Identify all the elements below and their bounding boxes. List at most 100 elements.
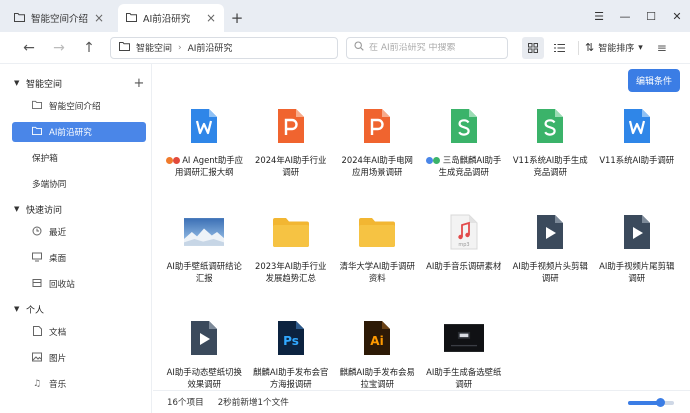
sidebar-item-label: 图片 [49, 354, 67, 364]
sidebar-item-pictures[interactable]: 图片 [12, 348, 146, 368]
file-name-text: AI助手生成备选壁纸调研 [426, 367, 502, 389]
file-name: 2024年AI助手电网应用场景调研 [338, 154, 416, 178]
breadcrumb-item[interactable]: AI前沿研究 [188, 41, 233, 54]
sidebar-item-label: 文档 [49, 328, 67, 338]
word-file-icon [184, 106, 224, 146]
sidebar-item-label: AI前沿研究 [49, 128, 92, 138]
music-icon: ♫ [32, 379, 42, 389]
file-name: AI助手视频片头剪辑调研 [511, 260, 589, 284]
image-icon [32, 352, 42, 365]
file-name: AI助手壁纸调研结论汇报 [165, 260, 243, 284]
sort-label: 智能排序 [598, 44, 635, 54]
breadcrumb-item[interactable]: 智能空间 [136, 41, 172, 54]
item-count: 16个项目 [167, 398, 204, 408]
search-input[interactable] [369, 42, 499, 53]
new-tab-button[interactable]: + [224, 4, 250, 32]
more-icon[interactable]: ≡ [657, 41, 667, 55]
file-name-text: AI助手音乐调研素材 [426, 261, 502, 271]
file-name: AI助手视频片尾剪辑调研 [598, 260, 676, 284]
sidebar-item-trash[interactable]: 回收站 [12, 274, 146, 294]
file-name-text: 2023年AI助手行业发展趋势汇总 [255, 261, 327, 283]
file-item[interactable]: V11系统AI助手生成竞品调研 [507, 104, 594, 202]
sidebar-item-label: 最近 [49, 228, 67, 238]
list-view-icon[interactable] [548, 37, 570, 59]
file-name-text: 2024年AI助手行业调研 [255, 155, 327, 177]
status-bar: 16个项目 2秒前新增1个文件 [153, 390, 690, 413]
add-icon[interactable]: + [127, 76, 151, 91]
tab-label: AI前沿研究 [143, 14, 191, 25]
close-icon[interactable]: × [206, 11, 216, 25]
file-item[interactable]: 2024年AI助手电网应用场景调研 [334, 104, 421, 202]
file-item[interactable]: AI助手视频片尾剪辑调研 [594, 210, 681, 308]
file-item[interactable]: V11系统AI助手调研 [594, 104, 681, 202]
grid-view-icon[interactable] [522, 36, 544, 59]
file-item[interactable]: 三岛麒麟AI助手生成竞品调研 [421, 104, 508, 202]
file-item[interactable]: AI Agent助手应用调研汇报大纲 [161, 104, 248, 202]
file-name-text: AI助手壁纸调研结论汇报 [166, 261, 242, 283]
file-item[interactable]: 清华大学AI助手调研资料 [334, 210, 421, 308]
search-box[interactable] [346, 36, 508, 59]
chevron-right-icon: › [178, 42, 182, 53]
tag-dot-icon [172, 157, 180, 164]
tab-intro[interactable]: 智能空间介绍 × [6, 4, 112, 32]
file-name-text: AI助手视频片尾剪辑调研 [599, 261, 675, 283]
word-file-icon [617, 106, 657, 146]
folder-icon [119, 41, 130, 54]
toolbar-divider [578, 40, 579, 55]
video-file-icon [184, 318, 224, 358]
svg-text:Ai: Ai [371, 334, 384, 348]
edit-conditions-button[interactable]: 编辑条件 [628, 69, 680, 92]
caret-down-icon: ▼ [14, 305, 20, 313]
sidebar-item-label: 音乐 [49, 380, 67, 390]
sidebar-item-recent[interactable]: 最近 [12, 222, 146, 242]
file-name: AI Agent助手应用调研汇报大纲 [165, 154, 243, 178]
trash-icon [32, 278, 42, 291]
file-item[interactable]: AI助手壁纸调研结论汇报 [161, 210, 248, 308]
up-arrow-icon[interactable]: ↑ [74, 40, 104, 56]
sidebar-item-ai-research[interactable]: AI前沿研究 [12, 122, 146, 142]
sidebar-item-space-intro[interactable]: 智能空间介绍 [12, 96, 146, 116]
sidebar-item-label: 桌面 [49, 254, 67, 264]
file-name-text: V11系统AI助手调研 [599, 155, 675, 165]
file-name-text: AI Agent助手应用调研汇报大纲 [174, 155, 243, 177]
zoom-slider[interactable] [628, 398, 674, 407]
menu-icon[interactable]: ☰ [586, 10, 612, 23]
sidebar-item-desktop[interactable]: 桌面 [12, 248, 146, 268]
sort-icon: ⇅ [585, 41, 595, 54]
sidebar-section-quick[interactable]: ▼ 快速访问 [0, 200, 151, 218]
back-arrow-icon[interactable]: ← [14, 40, 44, 56]
zoom-handle[interactable] [656, 398, 666, 407]
minimize-icon[interactable]: — [612, 10, 638, 23]
sheet-file-icon [530, 106, 570, 146]
sidebar-item-documents[interactable]: 文档 [12, 322, 146, 342]
window-controls: ☰ — ☐ ✕ [586, 0, 690, 32]
file-name: 麒麟AI助手发布会官方海报调研 [252, 366, 330, 390]
folder-file-icon [357, 212, 397, 252]
maximize-icon[interactable]: ☐ [638, 10, 664, 23]
tag-dot-icon [433, 157, 441, 164]
tab-ai-research[interactable]: AI前沿研究 × [118, 4, 224, 32]
file-name: AI助手音乐调研素材 [425, 260, 503, 272]
sidebar-item-safe-box[interactable]: 保护箱 [12, 148, 146, 168]
breadcrumb[interactable]: 智能空间 › AI前沿研究 [110, 36, 338, 59]
sidebar-section-personal[interactable]: ▼ 个人 [0, 300, 151, 318]
close-icon[interactable]: × [94, 11, 104, 25]
file-name-text: 三岛麒麟AI助手生成竞品调研 [438, 155, 502, 177]
file-item[interactable]: 2023年AI助手行业发展趋势汇总 [248, 210, 335, 308]
sidebar-section-space[interactable]: ▼ 智能空间 + [0, 74, 151, 92]
file-name-text: 清华大学AI助手调研资料 [339, 261, 415, 283]
file-item[interactable]: mp3 AI助手音乐调研素材 [421, 210, 508, 308]
sidebar: ▼ 智能空间 + 智能空间介绍 AI前沿研究 保护箱 多端协同 ▼ 快速访问 最… [0, 64, 152, 413]
file-item[interactable]: AI助手视频片头剪辑调研 [507, 210, 594, 308]
forward-arrow-icon[interactable]: → [44, 40, 74, 56]
chevron-down-icon: ▾ [638, 42, 643, 53]
close-window-icon[interactable]: ✕ [664, 10, 690, 23]
sort-button[interactable]: ⇅ 智能排序 ▾ [585, 41, 643, 54]
sidebar-item-music[interactable]: ♫ 音乐 [12, 374, 146, 394]
file-name-text: AI助手视频片头剪辑调研 [512, 261, 588, 283]
file-name: V11系统AI助手生成竞品调研 [511, 154, 589, 178]
caret-down-icon: ▼ [14, 205, 20, 213]
sidebar-item-multi-device[interactable]: 多端协同 [12, 174, 146, 194]
clock-icon [32, 226, 42, 239]
file-item[interactable]: 2024年AI助手行业调研 [248, 104, 335, 202]
